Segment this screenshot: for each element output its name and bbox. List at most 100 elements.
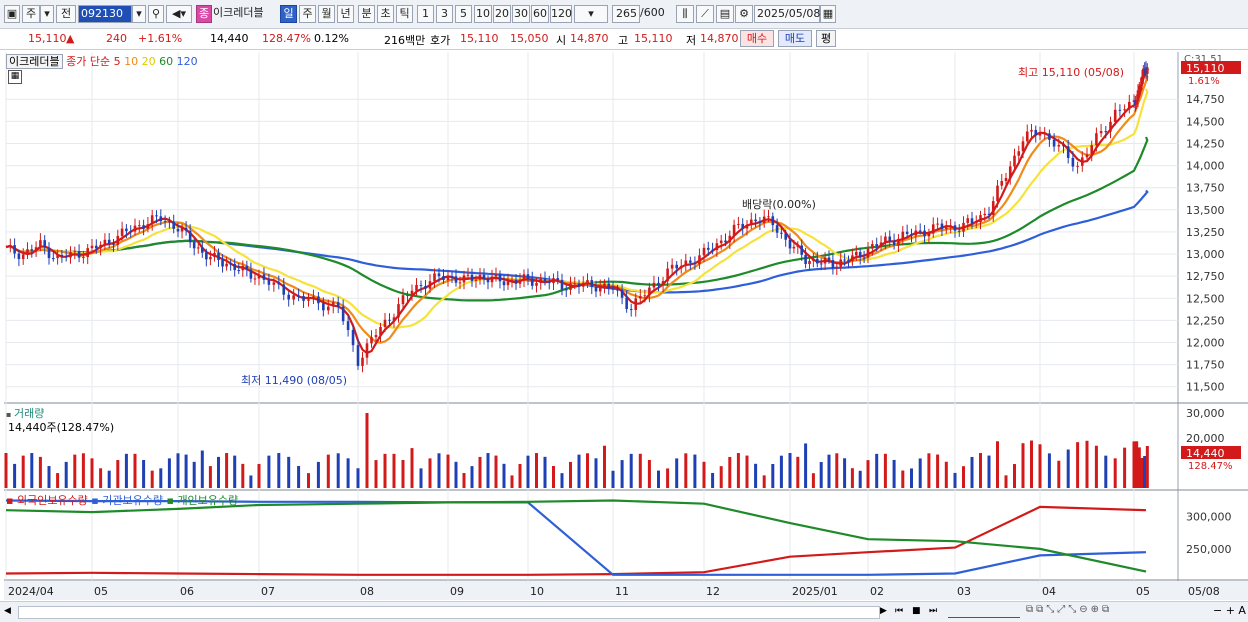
zoom-buttons[interactable]: − + A bbox=[1213, 604, 1247, 619]
legend-name: 이크레더블 bbox=[6, 54, 63, 69]
scroll-right-icon[interactable]: ▶ bbox=[880, 605, 892, 618]
period-day[interactable]: 일 bbox=[280, 5, 297, 23]
month-label: 11 bbox=[615, 585, 629, 598]
candle-up bbox=[728, 235, 732, 243]
current-pct-label: 1.61% bbox=[1188, 76, 1220, 87]
price-tick-label: 13,750 bbox=[1186, 182, 1225, 195]
candle-down bbox=[172, 221, 175, 229]
volume-bar bbox=[987, 455, 991, 488]
candle-down bbox=[47, 247, 51, 259]
candle-down bbox=[176, 228, 180, 232]
code-input[interactable]: 092130 bbox=[78, 5, 132, 23]
bottom-scrollbar[interactable]: ◀ ▶ ⏮ ■ ⏭ ⧉⧉⤡⤢⤡⊖⊕⧉ − + A bbox=[0, 601, 1248, 622]
calendar-icon[interactable]: ▦ bbox=[820, 5, 836, 23]
scroll-left-icon[interactable]: ◀ bbox=[4, 605, 16, 618]
candle-up bbox=[69, 252, 72, 258]
volume-bar bbox=[711, 472, 715, 488]
volume-bar bbox=[569, 461, 572, 488]
candle-up bbox=[945, 227, 948, 230]
period-minute[interactable]: 분 bbox=[358, 5, 375, 23]
period-year[interactable]: 년 bbox=[337, 5, 354, 23]
interval-custom-select[interactable]: ▾ bbox=[574, 5, 608, 23]
candle-down bbox=[125, 228, 128, 232]
volume-bar bbox=[428, 458, 432, 488]
period-tick[interactable]: 틱 bbox=[396, 5, 413, 23]
period-second[interactable]: 초 bbox=[377, 5, 394, 23]
dropdown-icon[interactable]: ▾ bbox=[40, 5, 54, 23]
volume-bar bbox=[47, 466, 51, 488]
forward-icon[interactable]: ⏭ bbox=[929, 605, 943, 618]
volume-bar bbox=[124, 453, 128, 488]
volume-bar bbox=[287, 456, 291, 488]
average-button[interactable]: 평 bbox=[816, 30, 836, 47]
window-icon[interactable]: ▣ bbox=[4, 5, 20, 23]
volume-bar bbox=[611, 470, 615, 488]
scroll-track[interactable] bbox=[18, 606, 880, 619]
buy-button[interactable]: 매수 bbox=[740, 30, 774, 47]
volume-bar bbox=[762, 475, 766, 488]
interval-1[interactable]: 1 bbox=[417, 5, 434, 23]
candle-up bbox=[762, 216, 766, 223]
code-dropdown-icon[interactable]: ▾ bbox=[132, 5, 146, 23]
month-label: 03 bbox=[957, 585, 971, 598]
candle-down bbox=[1034, 129, 1038, 136]
speaker-icon[interactable]: ◀▾ bbox=[166, 5, 192, 23]
candle-up bbox=[99, 244, 102, 249]
candle-up bbox=[1030, 129, 1033, 132]
search-icon[interactable]: ⚲ bbox=[148, 5, 164, 23]
volume-marker-icon: ▪ bbox=[6, 410, 14, 419]
candle-down bbox=[547, 281, 551, 284]
volume-tick-label: 20,000 bbox=[1186, 432, 1225, 445]
draw-tool-icon[interactable]: ⟋ bbox=[696, 5, 714, 23]
market-select[interactable]: 주 bbox=[22, 5, 40, 23]
candle-up bbox=[494, 274, 498, 277]
sell-button[interactable]: 매도 bbox=[778, 30, 812, 47]
gear-icon[interactable]: ⚙ bbox=[735, 5, 753, 23]
right-date-label: 05/08 bbox=[1188, 585, 1220, 598]
volume-bar bbox=[13, 463, 17, 488]
candle-up bbox=[1128, 101, 1131, 110]
candle-down bbox=[771, 216, 775, 226]
count-input[interactable]: 265 bbox=[612, 5, 640, 23]
zoom-slider[interactable] bbox=[948, 606, 1020, 618]
candle-down bbox=[282, 284, 286, 295]
volume-bar bbox=[392, 453, 396, 488]
volume-bar bbox=[675, 458, 679, 488]
tools-icons[interactable]: ⧉⧉⤡⤢⤡⊖⊕⧉ bbox=[1026, 604, 1226, 619]
prev-button[interactable]: 전 bbox=[56, 5, 76, 23]
volume-bar bbox=[510, 475, 514, 488]
candle-up bbox=[406, 295, 409, 297]
candle-up bbox=[1021, 141, 1025, 152]
interval-60[interactable]: 60 bbox=[531, 5, 549, 23]
interval-5[interactable]: 5 bbox=[455, 5, 472, 23]
save-icon[interactable]: ▤ bbox=[716, 5, 734, 23]
volume-bar bbox=[535, 453, 538, 488]
volume-bar bbox=[901, 470, 905, 488]
interval-30[interactable]: 30 bbox=[512, 5, 530, 23]
interval-3[interactable]: 3 bbox=[436, 5, 453, 23]
period-month[interactable]: 월 bbox=[318, 5, 335, 23]
volume-bar bbox=[494, 455, 498, 488]
current-price: 15,110 bbox=[28, 32, 67, 45]
period-week[interactable]: 주 bbox=[299, 5, 316, 23]
candle-icon[interactable]: ⫼ bbox=[676, 5, 694, 23]
price-change: 240 bbox=[106, 32, 127, 45]
stock-chart[interactable]: 11,500 11,750 12,000 12,250 12,500 12,750 13,0… bbox=[0, 50, 1248, 601]
volume-bar bbox=[796, 456, 800, 488]
interval-10[interactable]: 10 bbox=[474, 5, 492, 23]
volume-bar bbox=[462, 472, 466, 488]
grid-toggle-icon[interactable]: ▦ bbox=[8, 70, 22, 84]
candle-down bbox=[800, 245, 803, 255]
date-input[interactable]: 2025/05/08 bbox=[754, 5, 820, 23]
candle-up bbox=[370, 337, 373, 344]
price-tick-label: 11,750 bbox=[1186, 359, 1225, 372]
volume-bar bbox=[365, 413, 369, 488]
candle-down bbox=[30, 249, 34, 251]
stop-icon[interactable]: ■ bbox=[912, 605, 926, 618]
candle-up bbox=[253, 278, 257, 280]
candle-up bbox=[679, 265, 683, 269]
interval-120[interactable]: 120 bbox=[550, 5, 572, 23]
interval-20[interactable]: 20 bbox=[493, 5, 511, 23]
candle-up bbox=[21, 254, 25, 260]
rewind-icon[interactable]: ⏮ bbox=[895, 605, 909, 618]
